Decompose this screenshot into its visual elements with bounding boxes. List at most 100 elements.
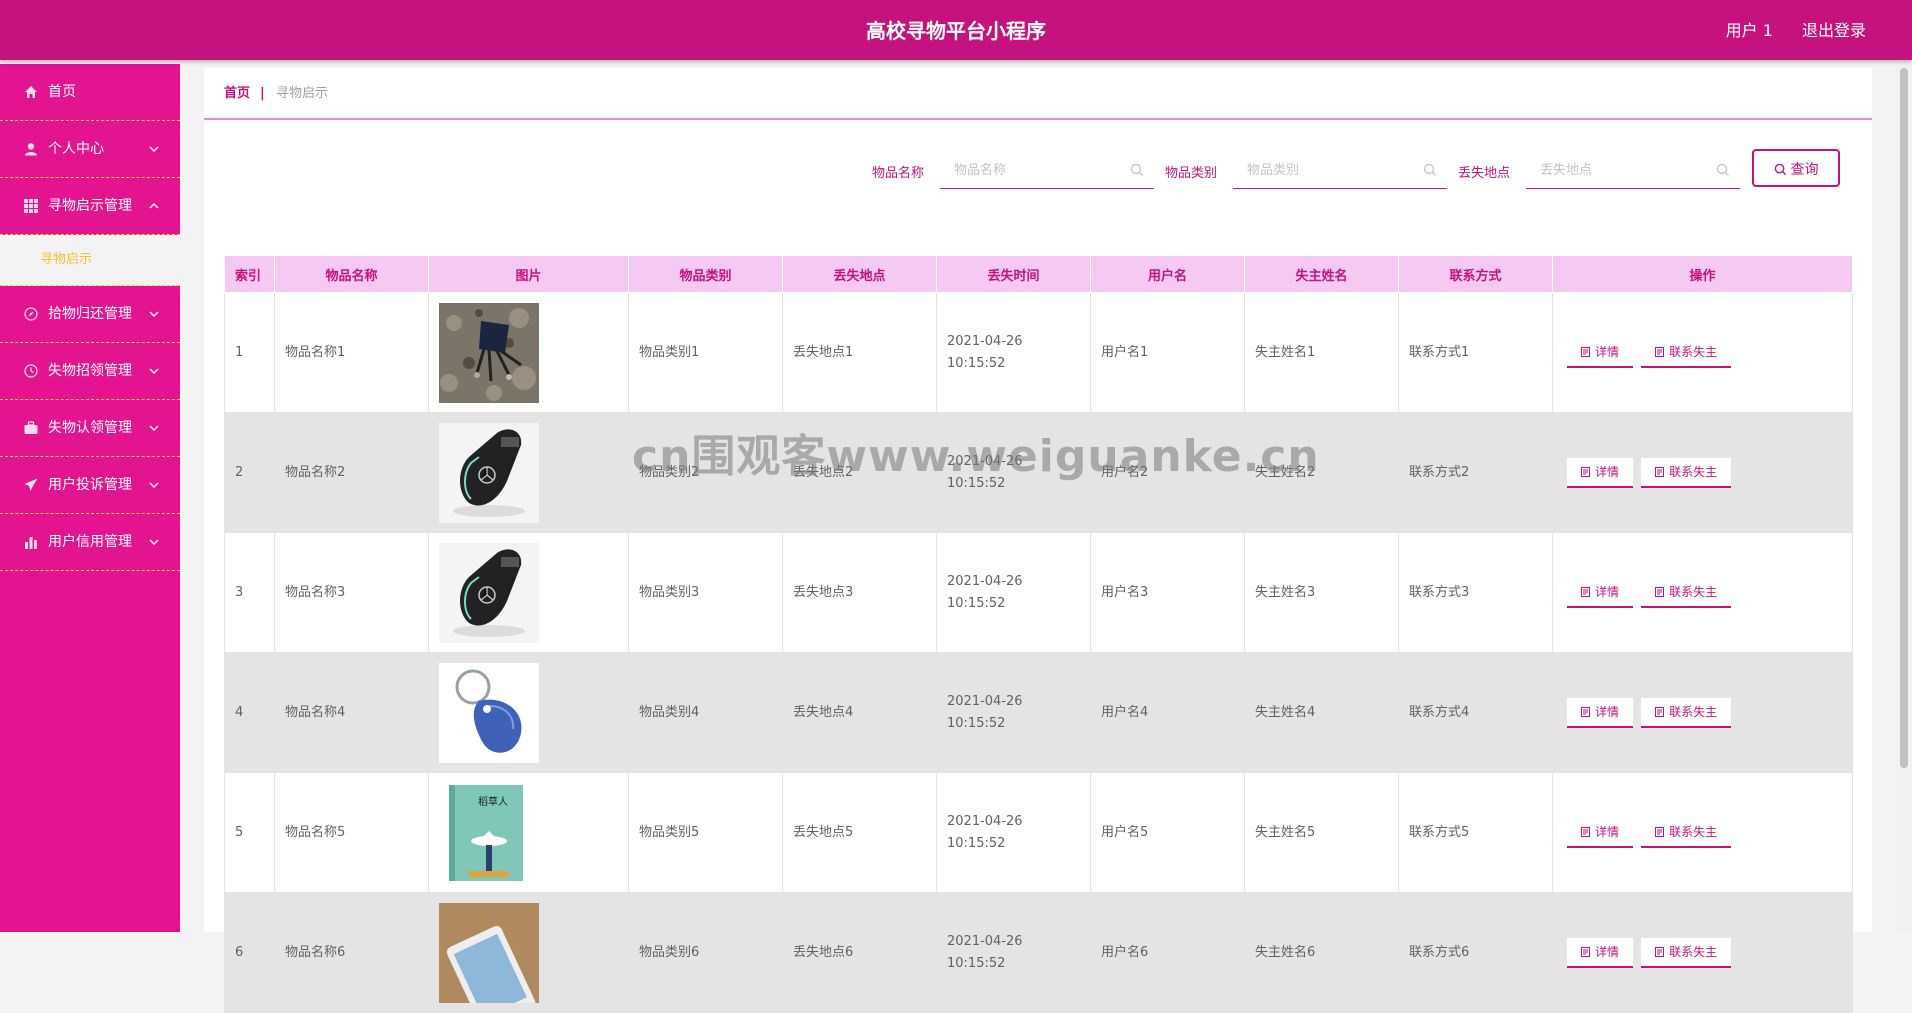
lost-notice-table: 索引 物品名称 图片 物品类别 丢失地点 丢失时间 用户名 失主姓名 联系方式 … (224, 255, 1853, 1013)
sidebar-item-label: 用户信用管理 (48, 534, 132, 550)
cell-owner: 失主姓名6 (1244, 892, 1399, 1013)
sidebar-item-label: 失物认领管理 (48, 420, 132, 436)
column-header: 操作 (1552, 255, 1853, 293)
column-header: 丢失时间 (936, 255, 1091, 293)
document-icon (1655, 586, 1665, 597)
detail-button[interactable]: 详情 (1567, 577, 1634, 608)
sidebar-item-lost-claim-management[interactable]: 失物认领管理 (0, 400, 180, 457)
cell-location: 丢失地点5 (782, 772, 937, 893)
document-icon (1581, 706, 1590, 717)
cell-image (428, 532, 629, 653)
breadcrumb-separator: | (260, 86, 265, 101)
cell-name: 物品名称1 (274, 292, 429, 413)
book-image: 稻草人 (439, 782, 539, 883)
table-row: 3 物品名称3 物品类别3 丢失地点3 2021-04-26 10:15:52 … (224, 532, 1853, 653)
cell-image (428, 292, 629, 413)
document-icon (1581, 346, 1590, 357)
compass-icon (24, 307, 38, 321)
chevron-down-icon (149, 368, 159, 374)
table-row: 5 物品名称5 稻草人 物品类别5 丢失地点5 2021-04-26 10:15… (224, 772, 1853, 893)
table-row: 6 物品名称6 物品类别6 丢失地点6 2021-04-26 10:15:52 … (224, 892, 1853, 1013)
cell-actions: 详情 联系失主 (1552, 532, 1853, 653)
top-header: 高校寻物平台小程序 用户 1 退出登录 (0, 0, 1912, 60)
breadcrumb-home-link[interactable]: 首页 (224, 68, 250, 120)
sidebar-item-home[interactable]: 首页 (0, 64, 180, 121)
cell-contact: 联系方式3 (1398, 532, 1553, 653)
detail-button[interactable]: 详情 (1567, 817, 1634, 848)
sidebar: 首页 个人中心 寻物启示管理 寻物启示 拾物归还管理 失物招领管理 失物认领管理… (0, 64, 180, 932)
submenu-item-lost-notice[interactable]: 寻物启示 (0, 235, 180, 286)
user-icon (25, 143, 37, 156)
column-header: 索引 (224, 255, 275, 293)
item-category-input[interactable] (1233, 152, 1429, 188)
cell-time: 2021-04-26 10:15:52 (936, 532, 1091, 653)
contact-owner-button[interactable]: 联系失主 (1641, 577, 1732, 608)
contact-owner-button[interactable]: 联系失主 (1641, 337, 1732, 368)
column-header: 物品类别 (628, 255, 783, 293)
contact-owner-button[interactable]: 联系失主 (1641, 697, 1732, 728)
home-icon (25, 86, 37, 98)
sidebar-item-lost-found-management[interactable]: 失物招领管理 (0, 343, 180, 400)
chevron-down-icon (149, 482, 159, 488)
sidebar-item-found-return-management[interactable]: 拾物归还管理 (0, 286, 180, 343)
detail-button[interactable]: 详情 (1567, 457, 1634, 488)
column-header: 失主姓名 (1244, 255, 1399, 293)
cell-contact: 联系方式5 (1398, 772, 1553, 893)
column-header: 用户名 (1090, 255, 1245, 293)
cell-actions: 详情 联系失主 (1552, 892, 1853, 1013)
scrollbar-thumb[interactable] (1900, 68, 1908, 768)
watermark: cn围观客www.weiguanke.cn (632, 431, 1320, 482)
header-user-area: 用户 1 退出登录 (1702, 0, 1866, 60)
cell-contact: 联系方式6 (1398, 892, 1553, 1013)
cell-index: 4 (224, 652, 275, 773)
cell-location: 丢失地点4 (782, 652, 937, 773)
app-title: 高校寻物平台小程序 (866, 19, 1046, 43)
lost-location-input[interactable] (1526, 152, 1722, 188)
cell-category: 物品类别3 (628, 532, 783, 653)
cell-time: 2021-04-26 10:15:52 (936, 652, 1091, 773)
detail-button[interactable]: 详情 (1567, 337, 1634, 368)
sidebar-item-label: 首页 (48, 84, 76, 100)
contact-owner-button[interactable]: 联系失主 (1641, 457, 1732, 488)
sidebar-item-personal-center[interactable]: 个人中心 (0, 121, 180, 178)
cell-owner: 失主姓名5 (1244, 772, 1399, 893)
send-icon (24, 478, 38, 491)
logout-button[interactable]: 退出登录 (1802, 21, 1866, 40)
item-category-field (1233, 152, 1447, 189)
sidebar-item-user-credit-management[interactable]: 用户信用管理 (0, 514, 180, 571)
chevron-down-icon (149, 425, 159, 431)
book-cover-title: 稻草人 (478, 796, 508, 808)
chevron-up-icon (149, 203, 159, 209)
chevron-down-icon (149, 539, 159, 545)
cell-contact: 联系方式1 (1398, 292, 1553, 413)
column-header: 图片 (428, 255, 629, 293)
detail-button[interactable]: 详情 (1567, 937, 1634, 968)
cell-index: 6 (224, 892, 275, 1013)
cell-name: 物品名称3 (274, 532, 429, 653)
cell-name: 物品名称2 (274, 412, 429, 533)
vertical-scrollbar[interactable] (1896, 60, 1912, 932)
contact-owner-button[interactable]: 联系失主 (1641, 817, 1732, 848)
cell-name: 物品名称5 (274, 772, 429, 893)
table-header-row: 索引 物品名称 图片 物品类别 丢失地点 丢失时间 用户名 失主姓名 联系方式 … (224, 255, 1853, 293)
cell-time: 2021-04-26 10:15:52 (936, 772, 1091, 893)
item-name-input[interactable] (940, 152, 1136, 188)
cell-actions: 详情 联系失主 (1552, 652, 1853, 773)
query-button[interactable]: 查询 (1752, 149, 1840, 187)
briefcase-icon (24, 421, 38, 434)
sidebar-item-label: 拾物归还管理 (48, 306, 132, 322)
document-icon (1655, 826, 1665, 837)
detail-button[interactable]: 详情 (1567, 697, 1634, 728)
contact-owner-button[interactable]: 联系失主 (1641, 937, 1732, 968)
cell-location: 丢失地点6 (782, 892, 937, 1013)
sidebar-item-user-complaint-management[interactable]: 用户投诉管理 (0, 457, 180, 514)
item-name-label: 物品名称 (872, 166, 925, 181)
sidebar-item-lost-notice-management[interactable]: 寻物启示管理 (0, 178, 180, 235)
cell-name: 物品名称4 (274, 652, 429, 773)
phone-image (439, 902, 539, 1003)
cell-category: 物品类别6 (628, 892, 783, 1013)
document-icon (1655, 706, 1665, 717)
cell-owner: 失主姓名1 (1244, 292, 1399, 413)
cell-name: 物品名称6 (274, 892, 429, 1013)
search-icon (1423, 163, 1436, 176)
